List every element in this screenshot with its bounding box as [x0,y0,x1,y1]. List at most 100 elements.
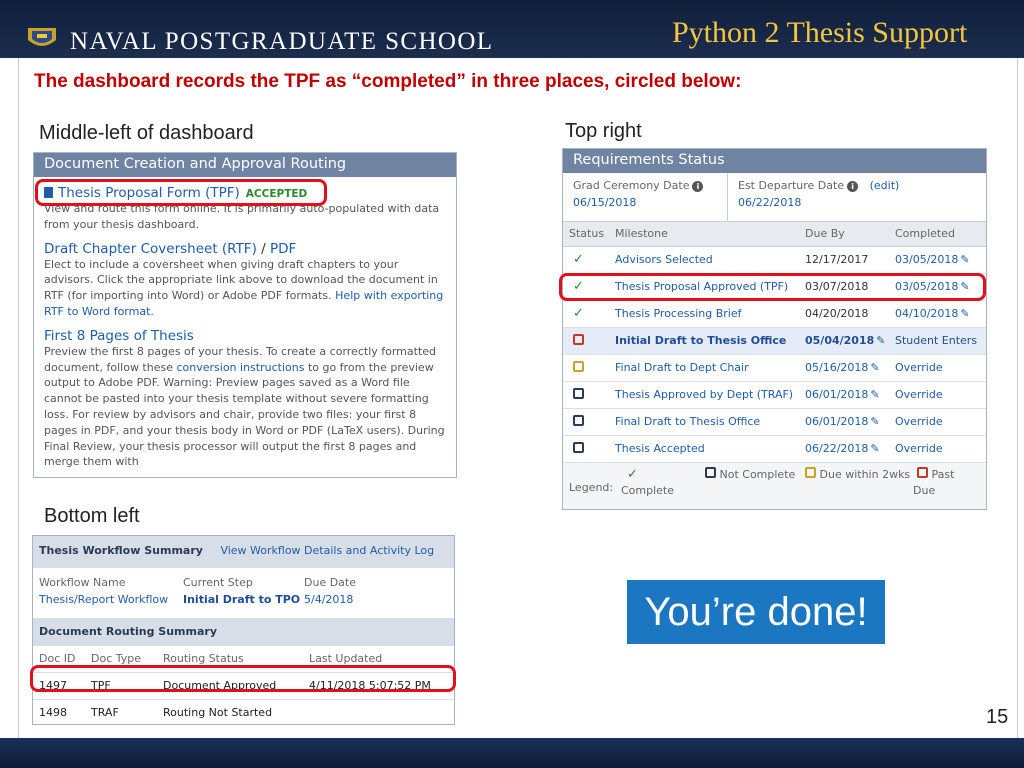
slide-footer [0,738,1024,768]
override-link[interactable]: Override [889,381,986,409]
not-complete-box-icon [573,387,584,399]
info-icon[interactable]: i [692,181,704,192]
pencil-icon[interactable]: ✎ [870,361,879,374]
due-date: 06/01/2018 [805,415,869,428]
col-status: Status [563,222,609,247]
workflow-summary-header: Thesis Workflow Summary View Workflow De… [33,536,454,568]
legend-not-complete-label: Not Complete [719,467,796,481]
due-date-label: Due Date [304,576,356,589]
current-step-label: Current Step [183,576,253,589]
routing-summary-title: Document Routing Summary [33,618,454,646]
completed-value: Student Enters [889,327,986,355]
col-due-by: Due By [799,222,889,247]
milestone-link[interactable]: Advisors Selected [609,246,799,274]
legend-due-soon: Due within 2wks [801,466,913,499]
status-cell: ✓ [563,246,609,274]
rtf-description: Elect to include a coversheet when givin… [44,257,444,318]
workflow-summary-panel: Thesis Workflow Summary View Workflow De… [32,535,455,725]
complete-check-icon: ✓ [573,306,584,321]
due-date: Due Date 5/4/2018 [304,576,356,606]
done-callout: You’re done! [627,580,885,644]
nps-seal-icon [28,28,56,46]
completed-cell: 04/10/2018 ✎ [889,300,986,328]
grad-date-value: 06/15/2018 [573,196,637,209]
milestone-row: Final Draft to Thesis Office 06/01/2018 ✎… [563,408,986,436]
workflow-name-label: Workflow Name [39,576,126,589]
override-link[interactable]: Override [889,435,986,463]
legend-due-soon-label: Due within 2wks [819,467,911,481]
due-date-cell: 06/01/2018 ✎ [799,381,889,409]
milestone-row: Thesis Approved by Dept (TRAF) 06/01/201… [563,381,986,409]
grad-date-label: Grad Ceremony Date [573,179,690,192]
legend-complete-label: Complete [621,483,675,497]
info-icon[interactable]: i [847,181,859,192]
status-cell [563,435,609,463]
deck-title: Python 2 Thesis Support [672,16,968,49]
completed-value[interactable]: 03/05/2018 [895,253,958,266]
due-date-value: 5/4/2018 [304,593,354,606]
pencil-icon[interactable]: ✎ [870,415,879,428]
status-cell [563,408,609,436]
due-soon-box-icon [805,466,816,478]
label-bottom-left: Bottom left [44,505,140,527]
milestone-link[interactable]: Thesis Approved by Dept (TRAF) [609,381,799,409]
not-complete-box-icon [573,414,584,426]
due-date-cell: 05/16/2018 ✎ [799,354,889,382]
link-separator: / [261,240,266,257]
current-step-value: Initial Draft to TPO [183,593,301,606]
pencil-icon[interactable]: ✎ [870,388,879,401]
label-top-right: Top right [565,120,642,142]
rtf-links: Draft Chapter Coversheet (RTF) / PDF [44,241,447,257]
due-date: 04/20/2018 [799,300,889,328]
past-due-box-icon [573,333,584,345]
milestone-row: Thesis Accepted 06/22/2018 ✎ Override [563,435,986,463]
status-cell [563,381,609,409]
milestone-link[interactable]: Thesis Accepted [609,435,799,463]
override-link[interactable]: Override [889,354,986,382]
complete-check-icon: ✓ [573,252,584,267]
routing-row[interactable]: 1498 TRAF Routing Not Started [33,698,454,724]
col-completed: Completed [889,222,986,247]
status-cell [563,354,609,382]
milestone-link[interactable]: Initial Draft to Thesis Office [609,327,799,355]
due-soon-box-icon [573,360,584,372]
school-name: NAVAL POSTGRADUATE SCHOOL [70,28,494,55]
first8-description: Preview the first 8 pages of your thesis… [44,344,447,470]
milestone-row: ✓ Advisors Selected 12/17/2017 03/05/201… [563,246,986,274]
legend-title: Legend: [569,480,614,494]
due-date: 06/01/2018 [805,388,869,401]
current-step: Current Step Initial Draft to TPO [183,576,300,606]
override-link[interactable]: Override [889,408,986,436]
pencil-icon[interactable]: ✎ [876,334,885,347]
pdf-link[interactable]: PDF [270,241,296,257]
pencil-icon[interactable]: ✎ [960,307,969,320]
rtf-link[interactable]: Draft Chapter Coversheet (RTF) [44,241,257,257]
milestone-link[interactable]: Final Draft to Thesis Office [609,408,799,436]
milestone-row: ✓ Thesis Processing Brief 04/20/2018 04/… [563,300,986,328]
first8-link[interactable]: First 8 Pages of Thesis [44,328,447,344]
milestone-link[interactable]: Thesis Processing Brief [609,300,799,328]
last-updated [303,698,454,724]
completed-value[interactable]: 04/10/2018 [895,307,958,320]
first8-desc-2: to go from the preview output to Adobe P… [44,360,445,469]
routing-status: Routing Not Started [157,698,303,724]
pencil-icon[interactable]: ✎ [870,442,879,455]
tpf-highlight-circle [35,179,327,206]
page-number: 15 [986,706,1009,728]
conversion-instructions-link[interactable]: conversion instructions [176,361,304,374]
legend-not-complete: Not Complete [701,466,801,499]
completed-cell: 03/05/2018 ✎ [889,246,986,274]
slide-subtitle: The dashboard records the TPF as “comple… [34,71,742,92]
workflow-details-link[interactable]: View Workflow Details and Activity Log [220,544,434,557]
doc-id: 1498 [33,698,85,724]
document-creation-title: Document Creation and Approval Routing [34,153,456,177]
due-date: 05/04/2018 [805,334,875,347]
workflow-name-value[interactable]: Thesis/Report Workflow [39,593,168,606]
edit-departure-link[interactable]: (edit) [870,179,900,192]
col-milestone: Milestone [609,222,799,247]
requirements-status-title: Requirements Status [563,149,986,173]
due-date: 05/16/2018 [805,361,869,374]
tpf-milestone-highlight-circle [559,273,986,301]
milestone-link[interactable]: Final Draft to Dept Chair [609,354,799,382]
pencil-icon[interactable]: ✎ [960,253,969,266]
